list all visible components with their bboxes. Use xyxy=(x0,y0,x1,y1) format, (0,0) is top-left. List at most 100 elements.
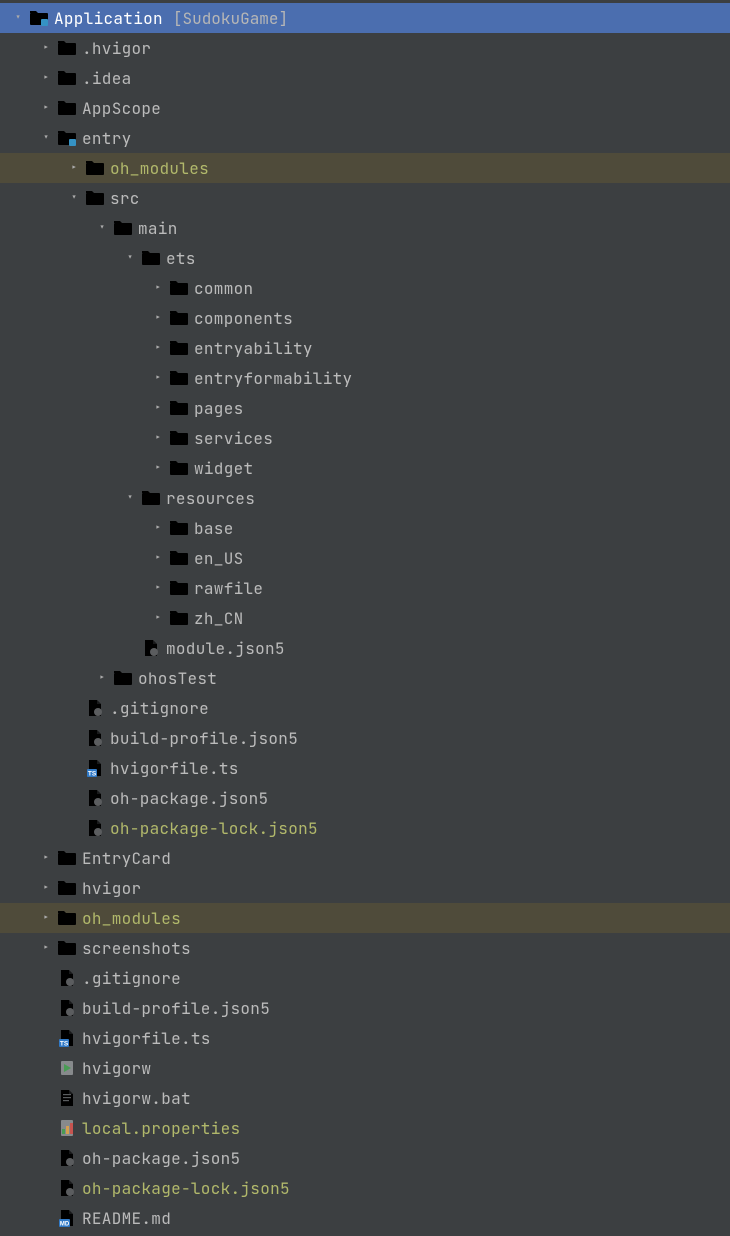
chevron-right-icon[interactable]: ▸ xyxy=(36,881,56,895)
file-json-icon xyxy=(56,1178,78,1198)
chevron-right-icon[interactable]: ▸ xyxy=(36,911,56,925)
project-tree[interactable]: ▾Application[SudokuGame]▸.hvigor▸.idea▸A… xyxy=(0,0,730,1233)
tree-node[interactable]: ▸services xyxy=(0,423,730,453)
chevron-down-icon[interactable]: ▾ xyxy=(92,221,112,235)
tree-node[interactable]: ▸TShvigorfile.ts xyxy=(0,1023,730,1053)
chevron-right-icon[interactable]: ▸ xyxy=(148,431,168,445)
chevron-right-icon[interactable]: ▸ xyxy=(92,671,112,685)
tree-node[interactable]: ▸TShvigorfile.ts xyxy=(0,753,730,783)
tree-node[interactable]: ▸base xyxy=(0,513,730,543)
file-exec-icon xyxy=(56,1058,78,1078)
file-md-icon: MD xyxy=(56,1208,78,1228)
tree-node[interactable]: ▸pages xyxy=(0,393,730,423)
folder-icon xyxy=(168,458,190,478)
folder-icon xyxy=(168,338,190,358)
chevron-right-icon[interactable]: ▸ xyxy=(148,461,168,475)
tree-node-label: oh-package-lock.json5 xyxy=(82,1178,290,1199)
folder-icon xyxy=(168,578,190,598)
chevron-right-icon[interactable]: ▸ xyxy=(148,581,168,595)
chevron-down-icon[interactable]: ▾ xyxy=(64,191,84,205)
chevron-right-icon[interactable]: ▸ xyxy=(148,341,168,355)
tree-node-label: ets xyxy=(166,248,196,269)
chevron-right-icon[interactable]: ▸ xyxy=(36,851,56,865)
chevron-right-icon[interactable]: ▸ xyxy=(148,401,168,415)
tree-node[interactable]: ▸ zh_CN xyxy=(0,603,730,633)
tree-node[interactable]: ▸.gitignore xyxy=(0,963,730,993)
tree-node[interactable]: ▸ .idea xyxy=(0,63,730,93)
tree-node[interactable]: ▸widget xyxy=(0,453,730,483)
chevron-right-icon[interactable]: ▸ xyxy=(64,161,84,175)
tree-node[interactable]: ▸ohosTest xyxy=(0,663,730,693)
folder-icon xyxy=(140,248,162,268)
tree-node[interactable]: ▸oh-package-lock.json5 xyxy=(0,1173,730,1203)
tree-node[interactable]: ▸ oh_modules xyxy=(0,153,730,183)
tree-node[interactable]: ▸hvigorw.bat xyxy=(0,1083,730,1113)
tree-node[interactable]: ▾Application[SudokuGame] xyxy=(0,3,730,33)
tree-node[interactable]: ▸build-profile.json5 xyxy=(0,723,730,753)
tree-node[interactable]: ▾entry xyxy=(0,123,730,153)
folder-icon xyxy=(168,368,190,388)
tree-node[interactable]: ▸rawfile xyxy=(0,573,730,603)
tree-node[interactable]: ▸ common xyxy=(0,273,730,303)
file-properties-icon xyxy=(56,1118,78,1138)
tree-node-label: AppScope xyxy=(82,98,161,119)
chevron-right-icon[interactable]: ▸ xyxy=(36,941,56,955)
tree-node[interactable]: ▸ hvigor xyxy=(0,873,730,903)
tree-node[interactable]: ▸hvigorw xyxy=(0,1053,730,1083)
tree-node[interactable]: ▸MDREADME.md xyxy=(0,1203,730,1233)
file-text-icon xyxy=(56,1088,78,1108)
tree-node[interactable]: ▸EntryCard xyxy=(0,843,730,873)
tree-node[interactable]: ▸ entryformability xyxy=(0,363,730,393)
tree-node[interactable]: ▾src xyxy=(0,183,730,213)
tree-node[interactable]: ▸entryability xyxy=(0,333,730,363)
folder-icon xyxy=(140,488,162,508)
tree-node[interactable]: ▸oh-package.json5 xyxy=(0,1143,730,1173)
chevron-right-icon[interactable]: ▸ xyxy=(148,521,168,535)
tree-node[interactable]: ▸module.json5 xyxy=(0,633,730,663)
tree-node-label: common xyxy=(194,278,253,299)
tree-node-label: main xyxy=(138,218,178,239)
tree-node[interactable]: ▾ main xyxy=(0,213,730,243)
tree-node-label: oh-package.json5 xyxy=(110,788,268,809)
tree-node-label: entryformability xyxy=(194,368,352,389)
file-json-icon xyxy=(140,638,162,658)
file-json-icon xyxy=(84,728,106,748)
tree-node[interactable]: ▸.gitignore xyxy=(0,693,730,723)
chevron-right-icon[interactable]: ▸ xyxy=(148,611,168,625)
tree-node[interactable]: ▸.hvigor xyxy=(0,33,730,63)
tree-node[interactable]: ▾resources xyxy=(0,483,730,513)
tree-node[interactable]: ▸ AppScope xyxy=(0,93,730,123)
tree-node[interactable]: ▸build-profile.json5 xyxy=(0,993,730,1023)
tree-node-label: .idea xyxy=(82,68,132,89)
chevron-down-icon[interactable]: ▾ xyxy=(8,11,28,25)
chevron-down-icon[interactable]: ▾ xyxy=(120,491,140,505)
tree-node-label: oh_modules xyxy=(82,908,181,929)
chevron-right-icon[interactable]: ▸ xyxy=(148,311,168,325)
tree-node[interactable]: ▸components xyxy=(0,303,730,333)
chevron-down-icon[interactable]: ▾ xyxy=(36,131,56,145)
tree-node-label: oh_modules xyxy=(110,158,209,179)
tree-node[interactable]: ▸ screenshots xyxy=(0,933,730,963)
folder-icon xyxy=(56,938,78,958)
folder-icon xyxy=(168,428,190,448)
tree-node[interactable]: ▸oh-package.json5 xyxy=(0,783,730,813)
tree-node[interactable]: ▸oh-package-lock.json5 xyxy=(0,813,730,843)
tree-node[interactable]: ▸ oh_modules xyxy=(0,903,730,933)
tree-node-label: screenshots xyxy=(82,938,191,959)
file-json-icon xyxy=(56,998,78,1018)
chevron-right-icon[interactable]: ▸ xyxy=(36,41,56,55)
chevron-right-icon[interactable]: ▸ xyxy=(36,101,56,115)
tree-node-label: hvigor xyxy=(82,878,141,899)
file-json-icon xyxy=(84,788,106,808)
chevron-right-icon[interactable]: ▸ xyxy=(36,71,56,85)
tree-node-label: zh_CN xyxy=(194,608,244,629)
folder-icon xyxy=(56,908,78,928)
folder-icon xyxy=(168,278,190,298)
tree-node[interactable]: ▾ ets xyxy=(0,243,730,273)
tree-node[interactable]: ▸local.properties xyxy=(0,1113,730,1143)
chevron-right-icon[interactable]: ▸ xyxy=(148,371,168,385)
tree-node[interactable]: ▸en_US xyxy=(0,543,730,573)
chevron-down-icon[interactable]: ▾ xyxy=(120,251,140,265)
chevron-right-icon[interactable]: ▸ xyxy=(148,281,168,295)
chevron-right-icon[interactable]: ▸ xyxy=(148,551,168,565)
